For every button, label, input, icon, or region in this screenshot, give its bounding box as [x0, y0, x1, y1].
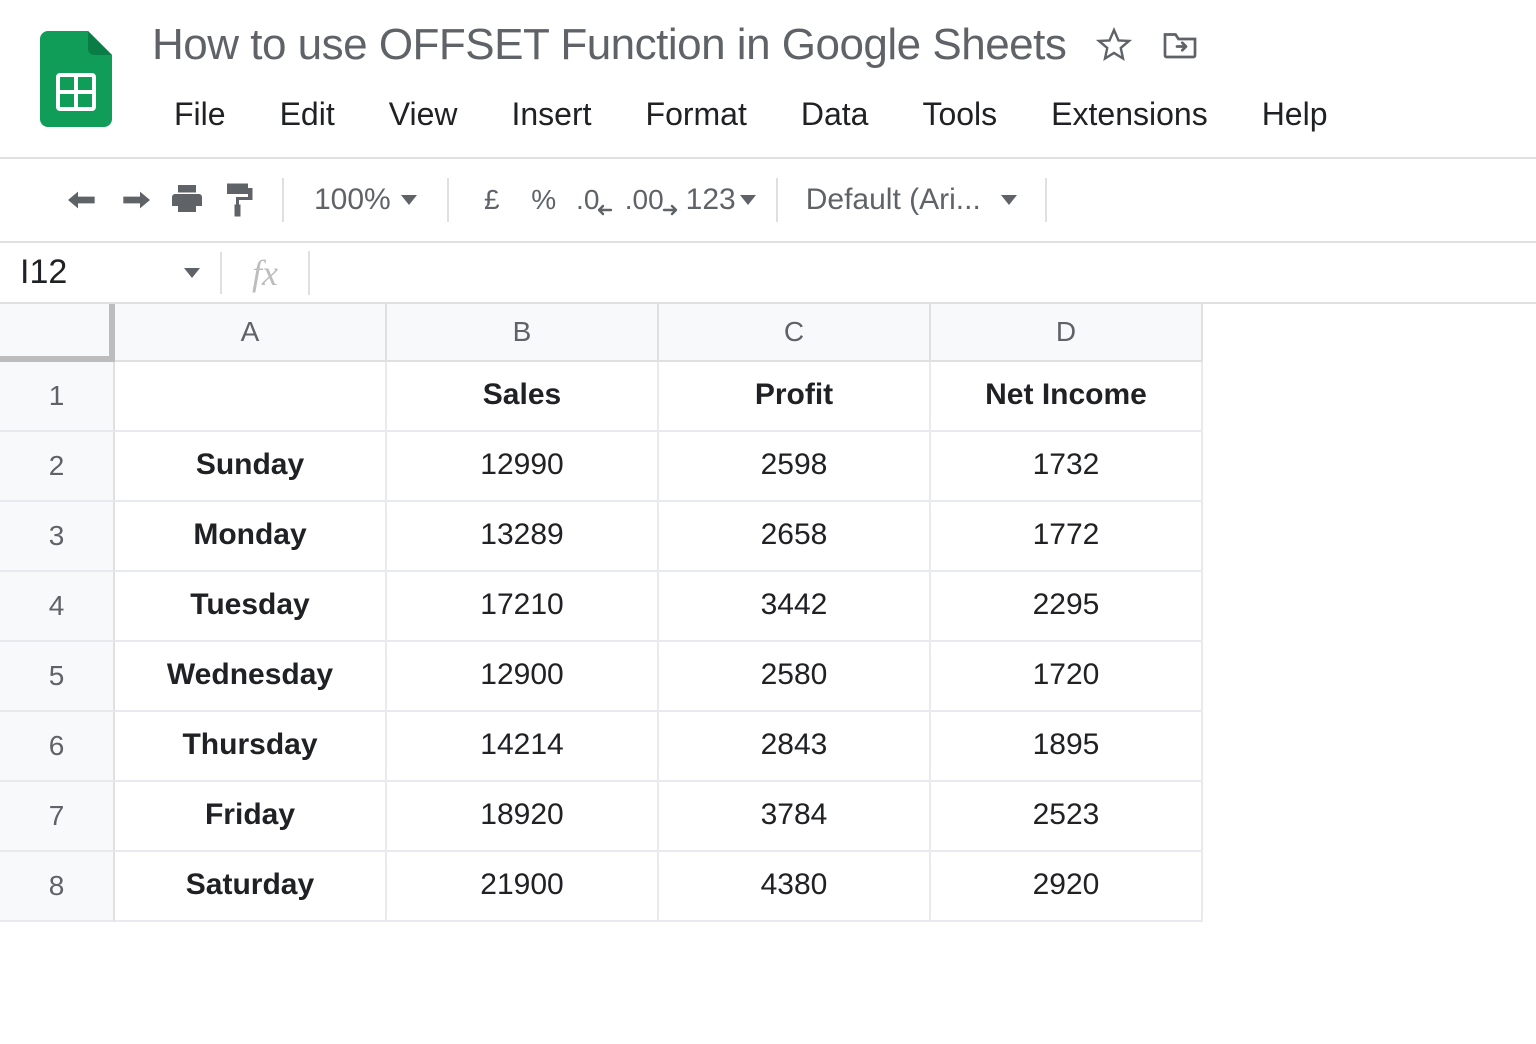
cell-a7[interactable]: Friday — [115, 782, 387, 852]
increase-decimal-label: .00 — [625, 184, 664, 216]
cell-d8[interactable]: 2920 — [931, 852, 1203, 922]
menu-bar: File Edit View Insert Format Data Tools … — [152, 92, 1536, 137]
cell-d1[interactable]: Net Income — [931, 362, 1203, 432]
cell-d2[interactable]: 1732 — [931, 432, 1203, 502]
cell-a6[interactable]: Thursday — [115, 712, 387, 782]
cell-c8[interactable]: 4380 — [659, 852, 931, 922]
toolbar-separator — [776, 178, 778, 222]
toolbar-separator — [1045, 178, 1047, 222]
cell-c2[interactable]: 2598 — [659, 432, 931, 502]
cell-a5[interactable]: Wednesday — [115, 642, 387, 712]
undo-icon[interactable] — [60, 177, 106, 223]
chevron-down-icon — [184, 268, 200, 278]
print-icon[interactable] — [164, 177, 210, 223]
row-header-3[interactable]: 3 — [0, 502, 115, 572]
cell-d3[interactable]: 1772 — [931, 502, 1203, 572]
decrease-decimal-button[interactable]: .0 — [573, 177, 619, 223]
toolbar-separator — [447, 178, 449, 222]
zoom-value: 100% — [314, 183, 391, 217]
cell-c4[interactable]: 3442 — [659, 572, 931, 642]
cell-c7[interactable]: 3784 — [659, 782, 931, 852]
menu-tools[interactable]: Tools — [900, 92, 1019, 137]
chevron-down-icon — [1001, 195, 1017, 205]
zoom-dropdown[interactable]: 100% — [304, 183, 427, 217]
cell-d5[interactable]: 1720 — [931, 642, 1203, 712]
cell-a1[interactable] — [115, 362, 387, 432]
format-percent-button[interactable]: % — [521, 177, 567, 223]
cell-c3[interactable]: 2658 — [659, 502, 931, 572]
font-dropdown[interactable]: Default (Ari... — [798, 183, 1025, 217]
menu-file[interactable]: File — [152, 92, 248, 137]
row-header-7[interactable]: 7 — [0, 782, 115, 852]
menu-extensions[interactable]: Extensions — [1029, 92, 1230, 137]
more-formats-button[interactable]: 123 — [686, 183, 756, 217]
column-header-b[interactable]: B — [387, 304, 659, 362]
column-header-c[interactable]: C — [659, 304, 931, 362]
cell-c1[interactable]: Profit — [659, 362, 931, 432]
row-header-1[interactable]: 1 — [0, 362, 115, 432]
format-currency-button[interactable]: £ — [469, 177, 515, 223]
document-title[interactable]: How to use OFFSET Function in Google She… — [152, 20, 1066, 70]
cell-c5[interactable]: 2580 — [659, 642, 931, 712]
cell-b4[interactable]: 17210 — [387, 572, 659, 642]
fx-icon: fx — [220, 252, 308, 294]
cell-b8[interactable]: 21900 — [387, 852, 659, 922]
row-header-5[interactable]: 5 — [0, 642, 115, 712]
cell-b1[interactable]: Sales — [387, 362, 659, 432]
cell-a4[interactable]: Tuesday — [115, 572, 387, 642]
name-box[interactable]: I12 — [0, 243, 220, 302]
sheets-logo-icon — [40, 31, 112, 127]
cell-b3[interactable]: 13289 — [387, 502, 659, 572]
menu-insert[interactable]: Insert — [489, 92, 613, 137]
cell-a2[interactable]: Sunday — [115, 432, 387, 502]
menu-help[interactable]: Help — [1240, 92, 1350, 137]
increase-decimal-button[interactable]: .00 — [625, 177, 680, 223]
move-to-folder-icon[interactable] — [1162, 27, 1198, 63]
row-header-6[interactable]: 6 — [0, 712, 115, 782]
name-box-row: I12 fx — [0, 243, 1536, 304]
titlebar: How to use OFFSET Function in Google She… — [0, 0, 1536, 137]
font-name: Default (Ari... — [806, 183, 981, 217]
paint-format-icon[interactable] — [216, 177, 262, 223]
chevron-down-icon — [740, 195, 756, 205]
cell-a8[interactable]: Saturday — [115, 852, 387, 922]
spreadsheet-grid: A B C D 1 Sales Profit Net Income 2 Sund… — [0, 304, 1536, 922]
select-all-corner[interactable] — [0, 304, 115, 362]
formula-bar[interactable] — [310, 245, 1536, 301]
more-formats-label: 123 — [686, 183, 736, 217]
column-header-a[interactable]: A — [115, 304, 387, 362]
cell-b2[interactable]: 12990 — [387, 432, 659, 502]
menu-edit[interactable]: Edit — [258, 92, 357, 137]
menu-format[interactable]: Format — [624, 92, 769, 137]
chevron-down-icon — [401, 195, 417, 205]
redo-icon[interactable] — [112, 177, 158, 223]
name-box-value: I12 — [20, 253, 67, 292]
cell-b5[interactable]: 12900 — [387, 642, 659, 712]
cell-d4[interactable]: 2295 — [931, 572, 1203, 642]
cell-d6[interactable]: 1895 — [931, 712, 1203, 782]
cell-a3[interactable]: Monday — [115, 502, 387, 572]
row-header-2[interactable]: 2 — [0, 432, 115, 502]
column-header-d[interactable]: D — [931, 304, 1203, 362]
cell-b6[interactable]: 14214 — [387, 712, 659, 782]
menu-data[interactable]: Data — [779, 92, 891, 137]
cell-c6[interactable]: 2843 — [659, 712, 931, 782]
toolbar-separator — [282, 178, 284, 222]
star-icon[interactable] — [1096, 27, 1132, 63]
cell-d7[interactable]: 2523 — [931, 782, 1203, 852]
decrease-decimal-label: .0 — [576, 184, 599, 216]
menu-view[interactable]: View — [367, 92, 480, 137]
row-header-8[interactable]: 8 — [0, 852, 115, 922]
cell-b7[interactable]: 18920 — [387, 782, 659, 852]
row-header-4[interactable]: 4 — [0, 572, 115, 642]
toolbar: 100% £ % .0 .00 123 Default (Ari... — [0, 157, 1536, 243]
